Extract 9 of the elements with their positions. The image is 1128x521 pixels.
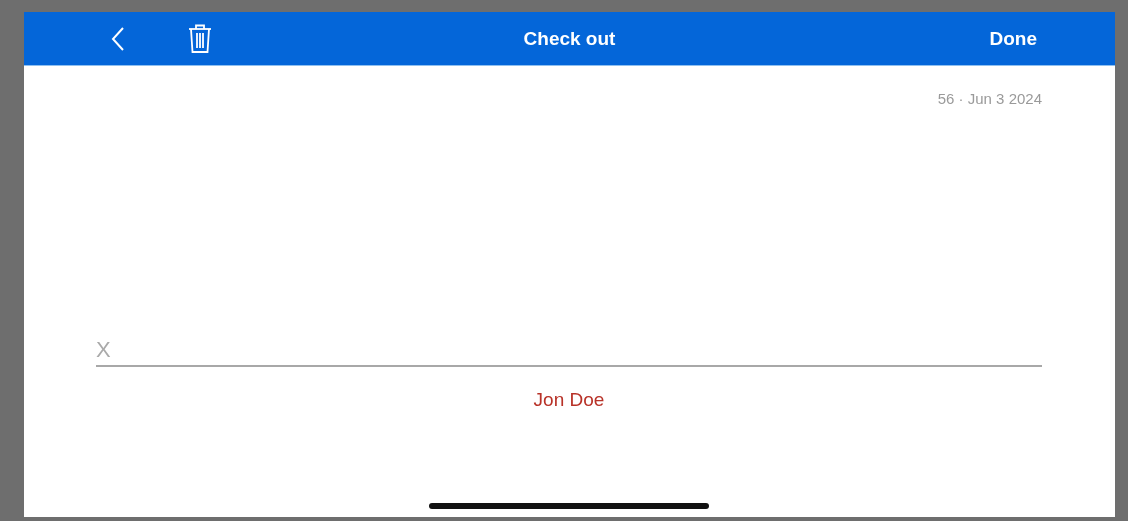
back-chevron-icon <box>110 25 126 52</box>
done-button[interactable]: Done <box>989 27 1037 50</box>
delete-button[interactable] <box>188 23 212 54</box>
trash-icon <box>188 23 212 54</box>
record-meta: 56 · Jun 3 2024 <box>937 90 1042 107</box>
screen-title: Check out <box>523 27 616 50</box>
signer-name: Jon Doe <box>533 389 605 411</box>
signature-field[interactable]: X <box>96 337 1042 367</box>
back-button[interactable] <box>110 25 126 52</box>
